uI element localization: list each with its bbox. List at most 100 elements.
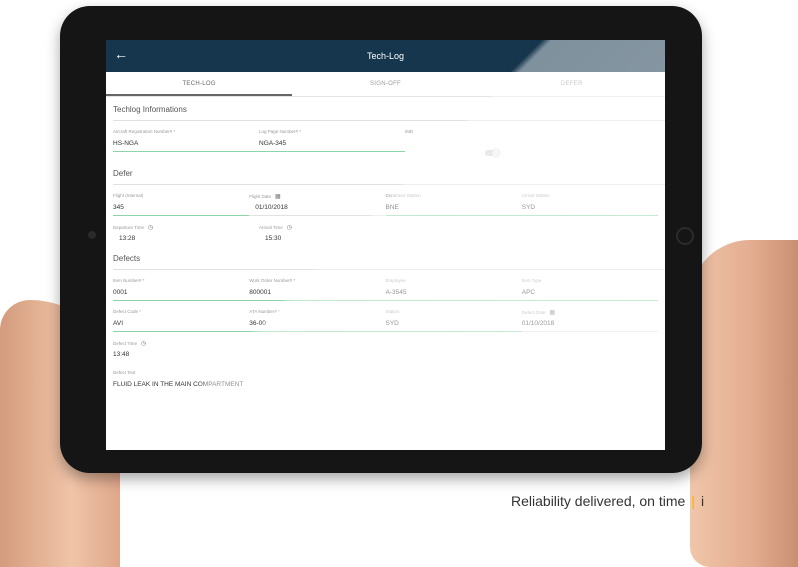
field-label: Log Page Number# * (259, 129, 302, 134)
tagline: Reliability delivered, on time | i (511, 493, 704, 509)
tagline-separator: | (691, 493, 695, 509)
defects-row-1: Item Number# * 0001 Work Order Number# *… (106, 278, 665, 301)
field-label: Station (385, 309, 400, 314)
defect-time-label: Defect Time (113, 341, 138, 346)
imd-toggle[interactable] (485, 149, 500, 157)
clock-icon[interactable]: ◷ (287, 225, 292, 231)
field-underline (113, 215, 250, 216)
flight-field[interactable]: Flight (Internal) 345 (113, 193, 250, 216)
work-order-number-field[interactable]: Work Order Number# * 800001 (249, 278, 386, 301)
field-value: 800001 (249, 289, 271, 296)
field-label: Flight Date ▦ (249, 193, 385, 202)
field-value: BNE (385, 204, 399, 211)
home-button[interactable] (676, 227, 694, 245)
field-value: A-3545 (385, 289, 407, 296)
field-label: IMD (405, 129, 414, 134)
field-value: 13:48 (113, 351, 130, 358)
section-title-techlog: Techlog Informations (113, 105, 665, 121)
flight-date-field[interactable]: Flight Date ▦ 01/10/2018 (249, 193, 386, 216)
defects-row-2: Defect Code * AVI ATA Number# * 36-00 St… (106, 309, 665, 332)
field-underline (113, 300, 250, 301)
item-number-field[interactable]: Item Number# * 0001 (113, 278, 250, 301)
employee-field[interactable]: Employee A-3545 (385, 278, 522, 301)
field-label: Flight (Internal) (113, 193, 144, 198)
section-title-defer: Defer (113, 169, 665, 185)
field-underline (385, 300, 522, 301)
field-value: HS-NGA (113, 140, 139, 147)
field-value: 01/10/2018 (521, 320, 555, 327)
field-underline (521, 331, 658, 332)
field-underline (521, 300, 658, 301)
tab-sign-off[interactable]: SIGN-OFF (292, 72, 478, 96)
field-label: Defect Code * (113, 309, 142, 314)
arrival-time-label: Arrival Time (259, 225, 283, 230)
field-value: SYD (521, 204, 536, 211)
defect-date-label: Defect Date (521, 310, 546, 315)
arrival-time-field[interactable]: Arrival Time ◷ 15:30 (259, 224, 405, 246)
page-title: Tech-Log (366, 51, 405, 61)
field-value: 13:28 (119, 235, 136, 242)
item-type-field[interactable]: Item Type APC (521, 278, 658, 301)
tab-bar: TECH-LOG SIGN-OFF DEFER (106, 72, 665, 97)
field-label: Defect Time ◷ (113, 340, 259, 349)
tablet-frame: ← Tech-Log TECH-LOG SIGN-OFF DEFER Techl… (60, 6, 702, 473)
defect-time-field[interactable]: Defect Time ◷ 13:48 (113, 340, 259, 362)
right-hand (690, 240, 798, 567)
field-value: 0001 (113, 289, 128, 296)
calendar-icon[interactable]: ▦ (550, 310, 556, 316)
field-label: Employee (385, 278, 406, 283)
field-underline (113, 151, 259, 152)
defer-row-1: Flight (Internal) 345 Flight Date ▦ 01/10… (106, 193, 665, 216)
field-value: 345 (113, 204, 124, 211)
field-label: Item Type (521, 278, 542, 283)
tagline-trailing: i (700, 493, 705, 509)
arrival-station-field[interactable]: Arrival Station SYD (521, 193, 658, 216)
techlog-row: Aircraft Registration Number# * HS-NGA L… (106, 129, 665, 161)
field-label: Work Order Number# * (249, 278, 296, 283)
tab-defer[interactable]: DEFER (479, 72, 665, 96)
flight-date-label: Flight Date (249, 194, 272, 199)
section-title-defects: Defects (113, 254, 665, 270)
field-value: FLUID LEAK IN THE MAIN COMPARTMENT (113, 381, 244, 388)
defect-text-field[interactable]: Defect Text FLUID LEAK IN THE MAIN COMPA… (113, 370, 653, 392)
field-label: ATA Number# * (249, 309, 280, 314)
back-arrow-icon[interactable]: ← (114, 46, 128, 62)
clock-icon[interactable]: ◷ (141, 341, 146, 347)
defer-row-2: Departure Time ◷ 13:28 Arrival Time ◷ 15:3… (106, 224, 665, 246)
field-value: AVI (113, 320, 123, 327)
field-value: 15:30 (265, 235, 282, 242)
app-bar: ← Tech-Log (106, 40, 665, 72)
imd-toggle-field[interactable]: IMD (405, 129, 551, 161)
departure-time-label: Departure Time (113, 225, 145, 230)
calendar-icon[interactable]: ▦ (275, 194, 281, 200)
ata-number-field[interactable]: ATA Number# * 36-00 (249, 309, 386, 332)
tab-tech-log[interactable]: TECH-LOG (106, 72, 293, 96)
field-label: Arrival Station (521, 193, 550, 198)
field-underline (521, 215, 658, 216)
field-value: APC (521, 289, 536, 296)
camera-icon (88, 231, 96, 239)
departure-station-field[interactable]: Departure Station BNE (385, 193, 522, 216)
field-underline (249, 215, 386, 216)
tagline-text: Reliability delivered, on time (511, 493, 686, 509)
log-page-number-field[interactable]: Log Page Number# * NGA-345 (259, 129, 405, 161)
field-underline (249, 331, 386, 332)
defect-code-field[interactable]: Defect Code * AVI (113, 309, 250, 332)
departure-time-field[interactable]: Departure Time ◷ 13:28 (113, 224, 259, 246)
station-field[interactable]: Station SYD (385, 309, 522, 332)
field-underline (259, 151, 405, 152)
field-underline (249, 300, 386, 301)
field-value: SYD (385, 320, 399, 327)
field-underline (385, 215, 522, 216)
field-label: Defect Date ▦ (522, 309, 658, 318)
field-label: Item Number# * (113, 278, 145, 283)
field-underline (113, 331, 250, 332)
defects-row-4: Defect Text FLUID LEAK IN THE MAIN COMPA… (106, 370, 665, 392)
field-value: NGA-345 (259, 140, 287, 147)
field-label: Departure Time ◷ (113, 224, 259, 233)
defect-date-field[interactable]: Defect Date ▦ 01/10/2018 (521, 309, 658, 332)
clock-icon[interactable]: ◷ (148, 225, 153, 231)
field-label: Defect Text (113, 370, 136, 375)
aircraft-registration-field[interactable]: Aircraft Registration Number# * HS-NGA (113, 129, 259, 161)
app-screen: ← Tech-Log TECH-LOG SIGN-OFF DEFER Techl… (106, 40, 665, 450)
